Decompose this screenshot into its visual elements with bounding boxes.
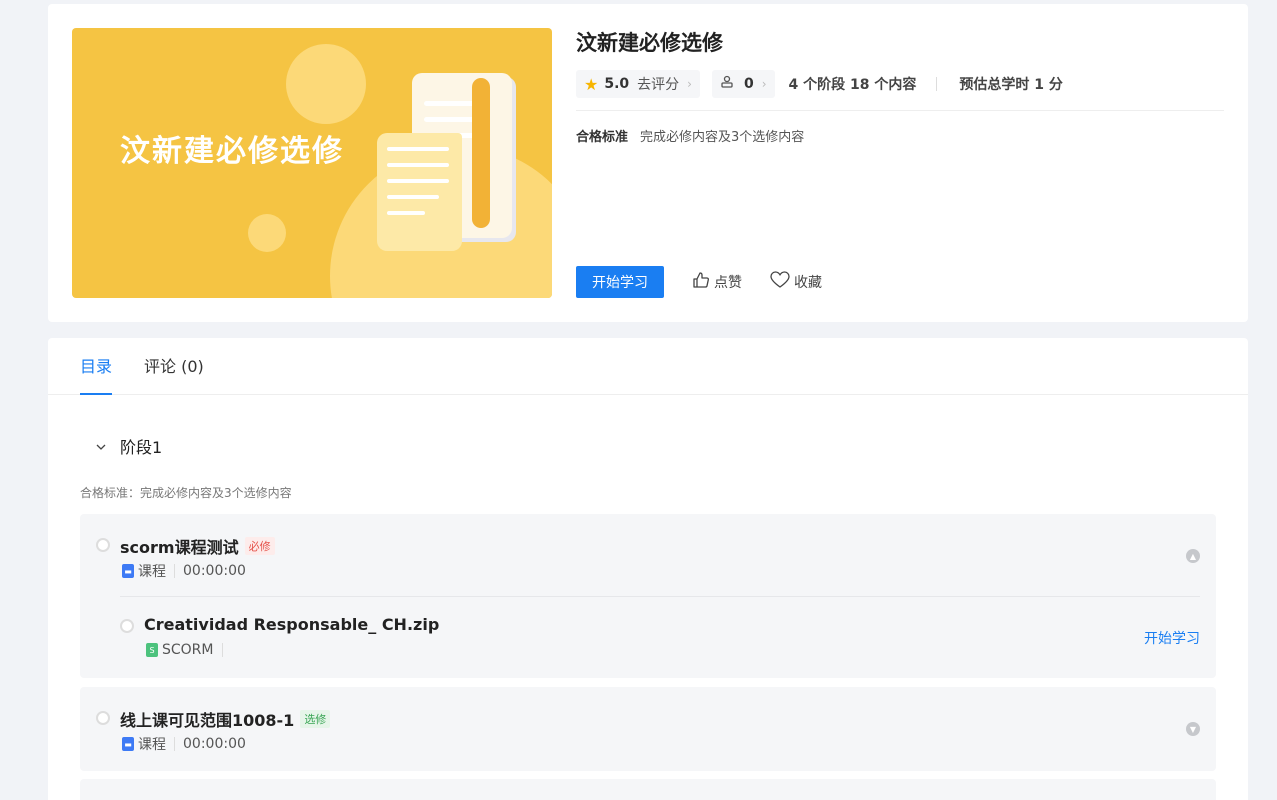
rating-pill[interactable]: ★ 5.0 去评分 › [576,70,700,98]
status-radio [96,538,110,552]
child-item-title[interactable]: Creatividad Responsable_ CH.zip [144,615,439,634]
course-actions: 开始学习 点赞 收藏 [576,266,822,298]
start-learning-button[interactable]: 开始学习 [576,266,664,298]
item-title-text: 线上课可见范围1008-1 [120,711,295,730]
course-icon: ▬ [122,737,134,751]
child-item-meta: S SCORM [146,642,231,658]
pass-criteria: 合格标准 完成必修内容及3个选修内容 [576,126,804,145]
course-title: 汶新建必修选修 [576,31,723,55]
chevron-down-icon [96,439,108,453]
rate-link: 去评分 [637,77,680,93]
enroll-pill[interactable]: 0 › [711,70,775,98]
scroll-illustration [377,133,462,251]
catalog-card: 目录 评论 (0) 阶段1 合格标准：完成必修内容及3个选修内容 scorm课程… [48,338,1248,800]
course-meta: ★ 5.0 去评分 › 0 › 4 个阶段 18 个内容 预估总学时 1 分 [576,70,1063,98]
favorite-button[interactable]: 收藏 [770,271,822,293]
item-title-text: scorm课程测试 [120,538,239,557]
tab-bar: 目录 评论 (0) [48,338,1248,395]
user-stamp-icon [720,75,734,93]
list-item: 线上课可见范围1008-1 选修 ▬ 课程 00:00:00 ▼ [80,687,1216,771]
item-duration: 00:00:00 [183,563,246,579]
item-duration: 00:00:00 [183,736,246,752]
tab-catalog[interactable]: 目录 [80,338,113,395]
stage-header[interactable]: 阶段1 [96,434,162,458]
status-radio [96,711,110,725]
chevron-up-icon[interactable]: ▲ [1186,549,1200,563]
stage-criteria: 合格标准：完成必修内容及3个选修内容 [80,486,292,500]
course-cover-image: 汶新建必修选修 [72,28,552,298]
like-button[interactable]: 点赞 [692,271,742,293]
list-item: scorm课程测试 必修 ▬ 课程 00:00:00 ▲ Creatividad… [80,514,1216,678]
course-info: 汶新建必修选修 ★ 5.0 去评分 › 0 › 4 个阶段 18 个内容 预估总… [576,28,1224,298]
chevron-right-icon: › [761,77,767,91]
item-meta: ▬ 课程 00:00:00 [122,734,246,754]
criteria-value: 完成必修内容及3个选修内容 [640,130,805,145]
item-title[interactable]: 线上课可见范围1008-1 选修 [120,707,331,731]
list-item [80,779,1216,800]
course-header-card: 汶新建必修选修 汶新建必修选修 ★ 5.0 去评分 › 0 › 4 个阶段 18… [48,4,1248,322]
chevron-down-icon[interactable]: ▼ [1186,722,1200,736]
item-title[interactable]: scorm课程测试 必修 [120,534,275,558]
child-item-type: SCORM [162,642,214,658]
stage-title: 阶段1 [120,438,163,457]
like-label: 点赞 [714,275,742,291]
divider [576,110,1224,111]
favorite-label: 收藏 [794,275,822,291]
stages-summary: 4 个阶段 18 个内容 [788,77,917,93]
thumb-up-icon [692,271,714,293]
heart-icon [770,271,794,293]
status-radio [120,619,134,633]
chevron-right-icon: › [687,77,692,91]
item-type: 课程 [138,737,166,753]
rating-value: 5.0 [604,76,630,92]
enroll-count: 0 [743,76,754,92]
cover-title: 汶新建必修选修 [120,134,344,169]
star-icon: ★ [584,74,599,94]
criteria-label: 合格标准 [576,130,629,145]
course-icon: ▬ [122,564,134,578]
optional-tag: 选修 [300,710,331,728]
scorm-icon: S [146,643,158,657]
item-type: 课程 [138,564,166,580]
tab-comments[interactable]: 评论 (0) [144,338,204,395]
required-tag: 必修 [244,537,275,555]
estimated-hours: 预估总学时 1 分 [959,77,1063,93]
start-learning-link[interactable]: 开始学习 [1144,628,1200,648]
item-meta: ▬ 课程 00:00:00 [122,561,246,581]
